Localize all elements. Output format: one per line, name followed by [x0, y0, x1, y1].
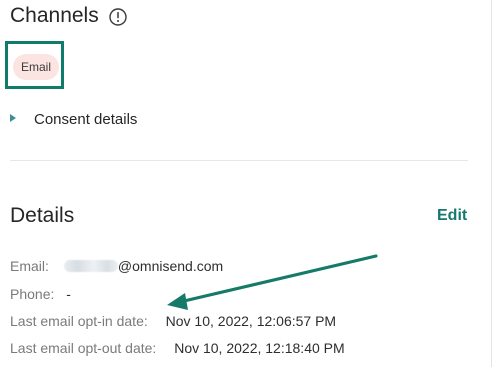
redacted-email-prefix: [63, 260, 118, 272]
optin-value: Nov 10, 2022, 12:06:57 PM: [165, 313, 337, 329]
email-domain-value: @omnisend.com: [117, 258, 224, 274]
section-divider: [10, 160, 468, 161]
email-row: Email: @omnisend.com: [10, 257, 223, 275]
phone-row: Phone: -: [10, 285, 71, 303]
optout-value: Nov 10, 2022, 12:18:40 PM: [174, 340, 345, 356]
optin-row: Last email opt-in date: Nov 10, 2022, 12…: [10, 312, 336, 330]
email-label: Email:: [10, 258, 49, 274]
phone-value: -: [66, 286, 71, 302]
optin-label: Last email opt-in date:: [10, 313, 148, 329]
details-title: Details: [10, 204, 75, 227]
edit-button[interactable]: Edit: [437, 206, 467, 226]
info-icon[interactable]: [108, 7, 128, 27]
email-channel-chip[interactable]: Email: [13, 54, 59, 80]
optout-label: Last email opt-out date:: [10, 340, 157, 356]
caret-right-icon[interactable]: [10, 114, 16, 122]
optout-row: Last email opt-out date: Nov 10, 2022, 1…: [10, 339, 345, 357]
consent-details-toggle[interactable]: Consent details: [34, 111, 137, 129]
channels-title: Channels: [10, 4, 99, 27]
panel-right-border: [491, 0, 492, 367]
phone-label: Phone:: [10, 286, 55, 302]
